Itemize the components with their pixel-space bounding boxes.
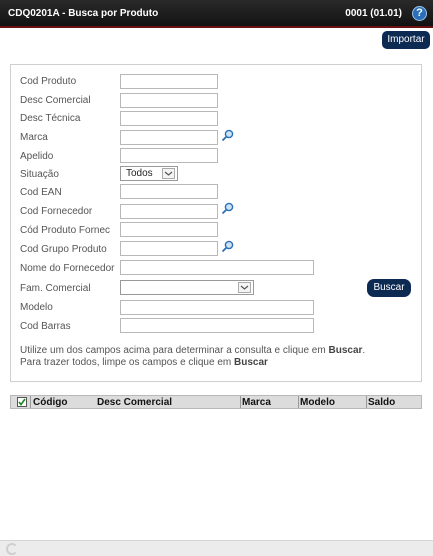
- page-title: CDQ0201A - Busca por Produto: [8, 8, 159, 19]
- cod-barras-input[interactable]: [120, 318, 314, 333]
- label-situacao: Situação: [20, 169, 59, 180]
- label-modelo: Modelo: [20, 302, 53, 313]
- situacao-select[interactable]: Todos: [120, 166, 178, 181]
- situacao-value: Todos: [126, 168, 153, 179]
- label-fam-comercial: Fam. Comercial: [20, 283, 91, 294]
- import-button[interactable]: Importar: [382, 31, 430, 49]
- apelido-input[interactable]: [120, 148, 218, 163]
- hint-line-1: Utilize um dos campos acima para determi…: [20, 345, 365, 356]
- column-separator: [240, 396, 241, 408]
- label-cod-fornecedor: Cod Fornecedor: [20, 206, 93, 217]
- label-desc-tecnica: Desc Técnica: [20, 113, 81, 124]
- desc-tecnica-input[interactable]: [120, 111, 218, 126]
- col-desc-comercial[interactable]: Desc Comercial: [97, 396, 172, 408]
- label-cod-produto-fornec: Cód Produto Fornec: [20, 225, 111, 236]
- label-cod-produto: Cod Produto: [20, 76, 77, 87]
- cod-grupo-produto-input[interactable]: [120, 241, 218, 256]
- search-button[interactable]: Buscar: [367, 279, 411, 297]
- fornecedor-lookup-icon[interactable]: [221, 202, 234, 215]
- chevron-down-icon: [162, 168, 175, 179]
- modelo-input[interactable]: [120, 300, 314, 315]
- label-cod-barras: Cod Barras: [20, 321, 71, 332]
- marca-lookup-icon[interactable]: [221, 129, 234, 142]
- col-modelo[interactable]: Modelo: [300, 396, 335, 408]
- cod-produto-input[interactable]: [120, 74, 218, 89]
- grupo-lookup-icon[interactable]: [221, 240, 234, 253]
- hint-line-1-suffix: .: [362, 345, 366, 356]
- hint-line-2-bold: Buscar: [233, 357, 268, 368]
- desc-comercial-input[interactable]: [120, 93, 218, 108]
- column-separator: [30, 396, 31, 408]
- results-table-header: Código Desc Comercial Marca Modelo Saldo: [10, 395, 422, 409]
- label-desc-comercial: Desc Comercial: [20, 95, 91, 106]
- hint-line-2-text: Para trazer todos, limpe os campos e cli…: [20, 357, 234, 368]
- hint-line-1-bold: Buscar: [328, 345, 363, 356]
- col-saldo[interactable]: Saldo: [368, 396, 395, 408]
- cod-fornecedor-input[interactable]: [120, 204, 218, 219]
- column-separator: [366, 396, 367, 408]
- col-marca[interactable]: Marca: [242, 396, 271, 408]
- loading-spinner-icon: [6, 543, 18, 555]
- title-bar: CDQ0201A - Busca por Produto 0001 (01.01…: [0, 0, 433, 28]
- fam-comercial-select[interactable]: [120, 280, 254, 295]
- hint-line-2: Para trazer todos, limpe os campos e cli…: [20, 357, 268, 368]
- label-cod-grupo-produto: Cod Grupo Produto: [20, 244, 107, 255]
- program-code: 0001 (01.01): [345, 8, 402, 19]
- column-separator: [298, 396, 299, 408]
- label-cod-ean: Cod EAN: [20, 187, 62, 198]
- label-nome-fornecedor: Nome do Fornecedor: [20, 263, 115, 274]
- check-icon: [18, 398, 26, 406]
- label-apelido: Apelido: [20, 151, 54, 162]
- cod-ean-input[interactable]: [120, 184, 218, 199]
- col-codigo[interactable]: Código: [33, 396, 67, 408]
- help-icon[interactable]: ?: [412, 6, 427, 21]
- chevron-down-icon: [238, 282, 251, 293]
- select-all-checkbox[interactable]: [17, 397, 27, 407]
- label-marca: Marca: [20, 132, 48, 143]
- hint-line-1-text: Utilize um dos campos acima para determi…: [20, 345, 329, 356]
- cod-produto-fornec-input[interactable]: [120, 222, 218, 237]
- marca-input[interactable]: [120, 130, 218, 145]
- status-bar: [0, 540, 433, 556]
- nome-fornecedor-input[interactable]: [120, 260, 314, 275]
